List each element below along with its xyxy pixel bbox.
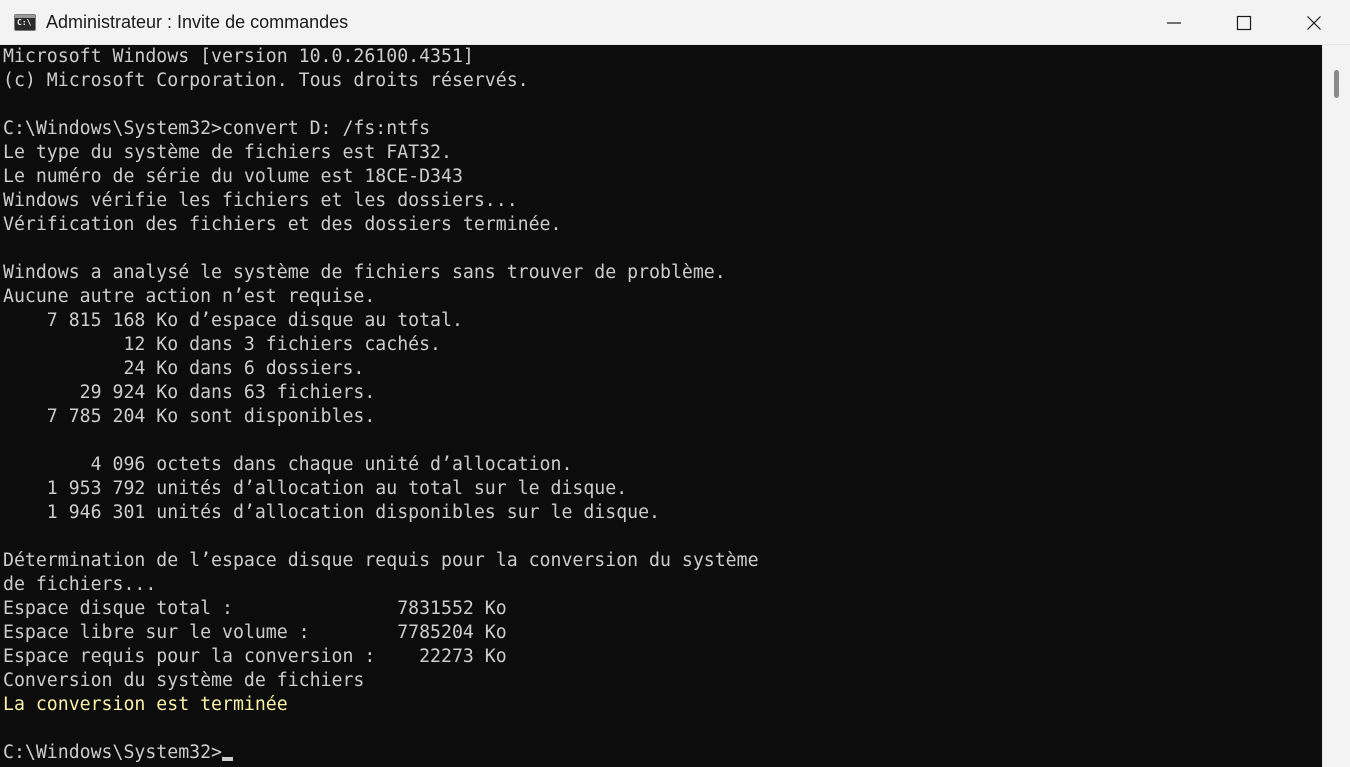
minimize-button[interactable] <box>1139 0 1209 45</box>
maximize-icon <box>1236 15 1252 31</box>
console-line: 1 953 792 unités d’allocation au total s… <box>3 478 628 499</box>
console-line: Windows a analysé le système de fichiers… <box>3 262 726 283</box>
console-line: (c) Microsoft Corporation. Tous droits r… <box>3 70 529 91</box>
console-line: Windows vérifie les fichiers et les doss… <box>3 190 518 211</box>
title-bar[interactable]: C:\ Administrateur : Invite de commandes <box>0 0 1350 45</box>
console-line: Détermination de l’espace disque requis … <box>3 550 759 571</box>
console-lines: Microsoft Windows [version 10.0.26100.43… <box>3 45 759 765</box>
console-line: Espace disque total : 7831552 Ko <box>3 598 507 619</box>
command-prompt-window: C:\ Administrateur : Invite de commandes… <box>0 0 1350 767</box>
vertical-scrollbar[interactable] <box>1322 45 1350 767</box>
prompt-text: C:\Windows\System32> <box>3 742 222 763</box>
console-line: 24 Ko dans 6 dossiers. <box>3 358 365 379</box>
console-line: 1 946 301 unités d’allocation disponible… <box>3 502 660 523</box>
console-line: Espace requis pour la conversion : 22273… <box>3 646 507 667</box>
text-cursor <box>222 757 233 761</box>
console-line: 12 Ko dans 3 fichiers cachés. <box>3 334 441 355</box>
minimize-icon <box>1167 22 1181 24</box>
scrollbar-thumb[interactable] <box>1334 70 1339 98</box>
console-line: Le numéro de série du volume est 18CE-D3… <box>3 166 463 187</box>
console-line: 29 924 Ko dans 63 fichiers. <box>3 382 376 403</box>
console-line: 7 815 168 Ko d’espace disque au total. <box>3 310 463 331</box>
console-line: Aucune autre action n’est requise. <box>3 286 376 307</box>
close-button[interactable] <box>1279 0 1349 45</box>
cmd-icon[interactable]: C:\ <box>14 14 36 31</box>
prompt-line[interactable]: C:\Windows\System32> <box>3 741 759 765</box>
console-line: 7 785 204 Ko sont disponibles. <box>3 406 376 427</box>
console-line: Microsoft Windows [version 10.0.26100.43… <box>3 46 474 67</box>
console-line: 4 096 octets dans chaque unité d’allocat… <box>3 454 573 475</box>
console-line: de fichiers... <box>3 574 157 595</box>
console-command-line: C:\Windows\System32>convert D: /fs:ntfs <box>3 118 431 139</box>
cmd-icon-glyph: C:\ <box>17 18 32 27</box>
console-line: Le type du système de fichiers est FAT32… <box>3 142 452 163</box>
console-line: Espace libre sur le volume : 7785204 Ko <box>3 622 507 643</box>
window-title: Administrateur : Invite de commandes <box>46 12 349 32</box>
console-output[interactable]: Microsoft Windows [version 10.0.26100.43… <box>0 45 1322 767</box>
console-line: Vérification des fichiers et des dossier… <box>3 214 562 235</box>
maximize-button[interactable] <box>1209 0 1279 45</box>
close-icon <box>1307 16 1321 30</box>
conversion-complete-message: La conversion est terminée <box>3 694 288 715</box>
console-line: Conversion du système de fichiers <box>3 670 365 691</box>
